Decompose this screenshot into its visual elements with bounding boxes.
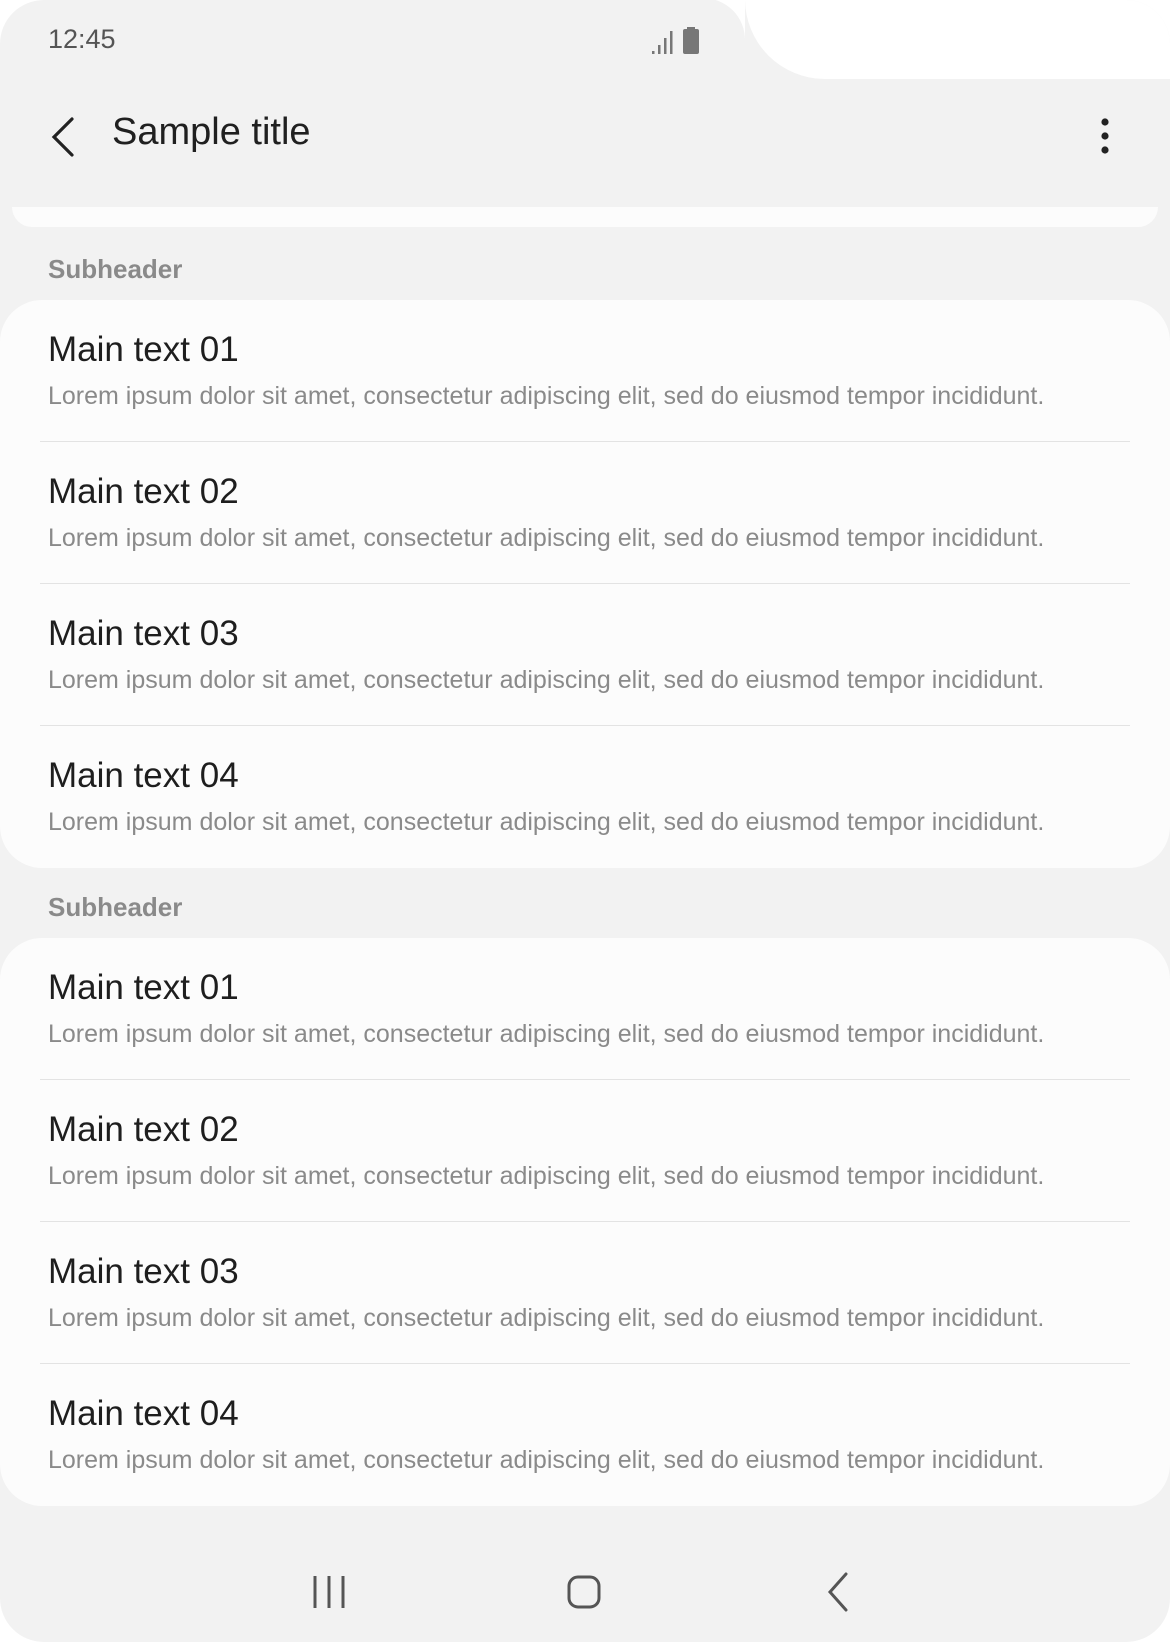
list-item[interactable]: Main text 04 Lorem ipsum dolor sit amet, … (0, 1364, 1170, 1506)
main-text: Main text 01 (48, 330, 239, 369)
list-item[interactable]: Main text 04 Lorem ipsum dolor sit amet, … (0, 726, 1170, 868)
secondary-text: Lorem ipsum dolor sit amet, consectetur … (48, 1446, 1045, 1474)
status-time: 12:45 (48, 24, 116, 54)
page-title: Sample title (112, 111, 311, 153)
list-item[interactable]: Main text 02 Lorem ipsum dolor sit amet, … (0, 1080, 1170, 1222)
signal-icon (652, 31, 673, 54)
secondary-text: Lorem ipsum dolor sit amet, consectetur … (48, 1020, 1045, 1048)
list-card: Main text 01 Lorem ipsum dolor sit amet, … (0, 300, 1170, 868)
list-item[interactable]: Main text 02 Lorem ipsum dolor sit amet, … (0, 442, 1170, 584)
main-text: Main text 03 (48, 1252, 239, 1291)
screen: 12:45 Sample title Subheader Main text 0… (0, 0, 1170, 1642)
main-text: Main text 04 (48, 756, 239, 795)
app-bar: Sample title (0, 79, 1170, 209)
main-text: Main text 02 (48, 472, 239, 511)
main-text: Main text 03 (48, 614, 239, 653)
home-icon[interactable] (560, 1568, 608, 1616)
list-item[interactable]: Main text 01 Lorem ipsum dolor sit amet, … (0, 300, 1170, 442)
secondary-text: Lorem ipsum dolor sit amet, consectetur … (48, 524, 1045, 552)
list-item[interactable]: Main text 03 Lorem ipsum dolor sit amet, … (0, 1222, 1170, 1364)
main-text: Main text 02 (48, 1110, 239, 1149)
camera-notch (703, 0, 1170, 79)
secondary-text: Lorem ipsum dolor sit amet, consectetur … (48, 382, 1045, 410)
secondary-text: Lorem ipsum dolor sit amet, consectetur … (48, 808, 1045, 836)
battery-icon (683, 27, 699, 54)
main-text: Main text 01 (48, 968, 239, 1007)
subheader: Subheader (48, 892, 183, 922)
main-text: Main text 04 (48, 1394, 239, 1433)
recents-icon[interactable] (305, 1568, 353, 1616)
secondary-text: Lorem ipsum dolor sit amet, consectetur … (48, 1162, 1045, 1190)
subheader: Subheader (48, 254, 183, 284)
list-card: Main text 01 Lorem ipsum dolor sit amet, … (0, 938, 1170, 1506)
back-icon[interactable] (816, 1568, 864, 1616)
more-options-button[interactable] (1088, 113, 1122, 163)
secondary-text: Lorem ipsum dolor sit amet, consectetur … (48, 666, 1045, 694)
secondary-text: Lorem ipsum dolor sit amet, consectetur … (48, 1304, 1045, 1332)
status-icons (650, 27, 700, 55)
list-item[interactable]: Main text 03 Lorem ipsum dolor sit amet, … (0, 584, 1170, 726)
back-button[interactable] (46, 115, 80, 159)
list-item[interactable]: Main text 01 Lorem ipsum dolor sit amet, … (0, 938, 1170, 1080)
scrolled-card-edge (12, 207, 1158, 227)
